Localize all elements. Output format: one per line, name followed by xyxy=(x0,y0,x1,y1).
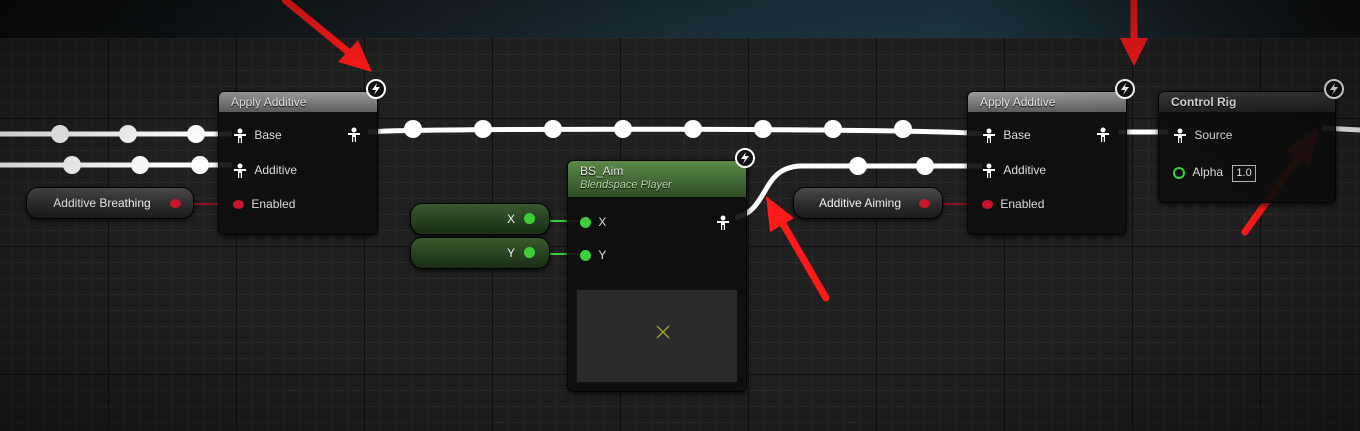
node-title: Apply Additive xyxy=(968,92,1126,112)
enabled-pin-row[interactable]: Enabled xyxy=(233,195,295,213)
float-output-pin[interactable] xyxy=(524,213,535,224)
bs-aim-blendspace-node[interactable]: BS_Aim Blendspace Player X Y xyxy=(567,160,747,392)
pose-output-pin-icon[interactable] xyxy=(716,215,730,231)
fast-path-lightning-icon-1 xyxy=(366,79,386,99)
base-pin-label: Base xyxy=(254,128,282,142)
alpha-value-input[interactable]: 1.0 xyxy=(1232,165,1256,182)
alpha-pin-label: Alpha xyxy=(1192,165,1224,179)
control-rig-node[interactable]: Control Rig Source Alpha 1.0 xyxy=(1158,91,1336,203)
base-pin-label: Base xyxy=(1003,128,1031,142)
x-pin-label: X xyxy=(598,215,607,229)
pose-pin-icon xyxy=(1174,128,1186,143)
bool-output-pin[interactable] xyxy=(919,199,930,208)
pose-pin-icon xyxy=(234,128,246,143)
float-input-pin[interactable] xyxy=(1173,166,1185,179)
additive-pin-label: Additive xyxy=(254,163,298,177)
node-title: Apply Additive xyxy=(219,92,377,112)
node-title: Control Rig xyxy=(1159,92,1335,112)
base-pin-row[interactable]: Base xyxy=(233,126,282,144)
y-variable[interactable]: Y xyxy=(410,237,550,269)
bs-aim-subtitle: Blendspace Player xyxy=(580,179,672,191)
base-pose-wire-2 xyxy=(367,126,983,137)
pose-pin-icon xyxy=(234,163,246,178)
additive-breathing-label: Additive Breathing xyxy=(53,196,151,210)
bool-output-pin[interactable] xyxy=(170,199,181,208)
alpha-pin-row[interactable]: Alpha 1.0 xyxy=(1173,163,1256,182)
source-pin-label: Source xyxy=(1194,128,1233,142)
fast-path-lightning-icon-4 xyxy=(1324,79,1344,99)
y-pin-row[interactable]: Y xyxy=(580,246,606,264)
y-pin-label: Y xyxy=(598,248,607,262)
float-input-pin[interactable] xyxy=(580,250,591,262)
fast-path-lightning-icon-3 xyxy=(1115,79,1135,99)
additive-aiming-label: Additive Aiming xyxy=(818,196,902,210)
pose-pin-icon xyxy=(983,163,995,178)
base-pin-row[interactable]: Base xyxy=(982,126,1031,144)
x-pin-row[interactable]: X xyxy=(580,213,606,231)
bs-aim-title: BS_Aim xyxy=(580,164,624,178)
additive-breathing-variable[interactable]: Additive Breathing xyxy=(26,187,194,219)
fast-path-lightning-icon-2 xyxy=(735,148,755,168)
apply-additive-node-2[interactable]: Apply Additive Base Additive Enabled xyxy=(967,91,1127,235)
enabled-pin-row[interactable]: Enabled xyxy=(982,195,1044,213)
float-output-pin[interactable] xyxy=(524,247,535,258)
additive-pin-row[interactable]: Additive xyxy=(233,161,297,179)
additive-aiming-variable[interactable]: Additive Aiming xyxy=(793,187,943,219)
sample-marker-icon xyxy=(656,325,670,339)
additive-pin-row[interactable]: Additive xyxy=(982,161,1046,179)
bool-input-pin[interactable] xyxy=(233,200,244,210)
y-variable-label: Y xyxy=(506,246,515,260)
enabled-pin-label: Enabled xyxy=(1000,197,1045,211)
bool-input-pin[interactable] xyxy=(982,200,993,210)
source-pin-row[interactable]: Source xyxy=(1173,126,1232,144)
node-title: BS_Aim Blendspace Player xyxy=(568,161,746,197)
enabled-pin-label: Enabled xyxy=(251,197,296,211)
x-variable-label: X xyxy=(506,212,515,226)
pose-pin-icon xyxy=(983,128,995,143)
pose-output-pin-icon[interactable] xyxy=(1096,127,1110,143)
x-variable[interactable]: X xyxy=(410,203,550,235)
apply-additive-node-1[interactable]: Apply Additive Base Additive Enabled xyxy=(218,91,378,235)
float-input-pin[interactable] xyxy=(580,217,591,229)
pose-output-pin-icon[interactable] xyxy=(347,127,361,143)
blendspace-preview xyxy=(576,289,738,383)
additive-pin-label: Additive xyxy=(1003,163,1047,177)
